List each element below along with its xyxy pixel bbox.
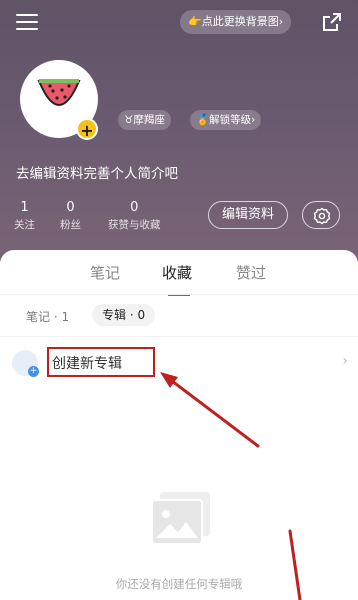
tab-collect[interactable]: 收藏 (162, 262, 192, 283)
change-background-button[interactable]: 👉点此更换背景图› (180, 10, 292, 34)
stat-following-count: 1 (20, 200, 29, 215)
stat-following-label: 关注 (14, 219, 35, 231)
stat-fans[interactable]: 0 粉丝 (60, 200, 81, 232)
subtab-album[interactable]: 专辑 · 0 (92, 304, 156, 326)
create-album-row[interactable]: + 创建新专辑 › (0, 342, 358, 388)
share-icon[interactable] (322, 12, 342, 32)
profile-tabs: 笔记 收藏 赞过 (0, 262, 358, 296)
content-panel: 笔记 收藏 赞过 笔记 · 1 专辑 · 0 + 创建新专辑 › 你还没有创建任… (0, 250, 358, 600)
tab-liked[interactable]: 赞过 (236, 262, 266, 283)
menu-icon[interactable] (16, 14, 38, 32)
plus-icon: + (28, 366, 39, 377)
empty-state-text: 你还没有创建任何专辑哦 (115, 577, 243, 591)
divider (0, 336, 358, 337)
stat-following[interactable]: 1 关注 (14, 200, 35, 232)
stat-fans-label: 粉丝 (60, 219, 81, 231)
watermelon-icon (37, 79, 81, 106)
album-icon: + (12, 350, 39, 377)
gear-icon (313, 207, 331, 225)
annotation-highlight-box (47, 347, 155, 377)
add-avatar-button[interactable]: + (76, 118, 98, 140)
chevron-right-icon: › (342, 353, 348, 369)
stat-likes-label: 获赞与收藏 (108, 219, 161, 231)
edit-profile-button[interactable]: 编辑资料 (208, 201, 288, 229)
tab-notes[interactable]: 笔记 (90, 262, 120, 283)
empty-album-icon (151, 492, 210, 545)
profile-header: 👉点此更换背景图› + ♉摩羯座 🏅解锁等级› 去编辑资料完善个人简介吧 1 关… (0, 0, 358, 262)
stat-fans-count: 0 (66, 200, 75, 215)
settings-button[interactable] (302, 201, 340, 229)
zodiac-tag[interactable]: ♉摩羯座 (118, 110, 171, 130)
divider (0, 294, 358, 295)
unlock-level-tag[interactable]: 🏅解锁等级› (190, 110, 262, 130)
bio-prompt[interactable]: 去编辑资料完善个人简介吧 (16, 162, 178, 182)
subtab-notes[interactable]: 笔记 · 1 (26, 308, 69, 325)
stat-likes-count: 0 (130, 200, 139, 215)
stat-likes[interactable]: 0 获赞与收藏 (108, 200, 161, 232)
